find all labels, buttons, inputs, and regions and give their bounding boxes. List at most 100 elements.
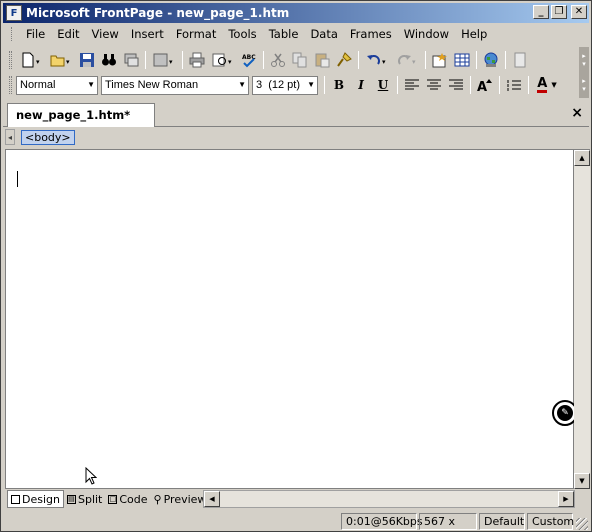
font-size-dropdown[interactable]: 3 (12 pt) ▼ xyxy=(252,75,318,95)
align-left-button[interactable] xyxy=(401,74,423,96)
menu-data[interactable]: Data xyxy=(304,25,343,43)
save-icon xyxy=(80,53,94,67)
menu-grip[interactable] xyxy=(11,27,14,41)
toolbar-separator xyxy=(528,76,529,94)
minimize-button[interactable]: _ xyxy=(533,5,549,19)
undo-button[interactable]: ▾ xyxy=(362,49,392,71)
scroll-left-button[interactable]: ◀ xyxy=(204,491,220,507)
folder-list-button[interactable]: ▾ xyxy=(149,49,179,71)
document-tab[interactable]: new_page_1.htm* xyxy=(7,103,156,127)
underline-button[interactable]: U xyxy=(372,74,394,96)
format-painter-icon xyxy=(337,52,352,67)
insert-hyperlink-button[interactable] xyxy=(480,49,502,71)
close-window-button[interactable]: ✕ xyxy=(571,5,587,19)
toolbar-separator xyxy=(145,51,146,69)
design-editor[interactable]: ✎ xyxy=(5,149,578,489)
redo-button[interactable]: ▾ xyxy=(392,49,422,71)
chevron-down-icon: ▼ xyxy=(307,79,315,89)
menu-tools[interactable]: Tools xyxy=(222,25,262,43)
scroll-up-button[interactable]: ▲ xyxy=(574,150,590,166)
code-view-label: Code xyxy=(119,492,148,506)
new-page-button[interactable]: ▾ xyxy=(16,49,46,71)
print-button[interactable] xyxy=(186,49,208,71)
standard-toolbar: ▾ ▾ ▾ ▾ ABC ▾ ▾ ▸ ▾ xyxy=(3,47,589,73)
scroll-down-button[interactable]: ▼ xyxy=(574,473,590,489)
split-view-tab[interactable]: ▤ Split xyxy=(64,490,105,508)
binoculars-icon xyxy=(102,54,116,66)
preview-view-tab[interactable]: ⚲ Preview xyxy=(151,490,210,508)
menu-view[interactable]: View xyxy=(86,25,125,43)
insert-table-button[interactable] xyxy=(451,49,473,71)
view-tabs-bar: Design ▤ Split □ Code ⚲ Preview ◀ ▶ xyxy=(3,489,589,509)
menu-help[interactable]: Help xyxy=(455,25,493,43)
preview-browser-button[interactable]: ▾ xyxy=(208,49,238,71)
increase-font-size-button[interactable]: A xyxy=(474,74,496,96)
open-button[interactable]: ▾ xyxy=(46,49,76,71)
toolbar-overflow-button[interactable]: ▸ ▾ xyxy=(579,47,589,73)
align-center-button[interactable] xyxy=(423,74,445,96)
toolbar-grip[interactable] xyxy=(9,51,12,69)
menu-insert[interactable]: Insert xyxy=(125,25,170,43)
paste-button[interactable] xyxy=(311,49,333,71)
design-view-tab[interactable]: Design xyxy=(7,490,64,508)
frontpage-app-icon[interactable]: F xyxy=(6,5,22,21)
font-color-button[interactable]: A ▼ xyxy=(532,74,562,96)
publish-button[interactable] xyxy=(120,49,142,71)
toolbar-overflow-button[interactable]: ▸ ▾ xyxy=(579,72,589,98)
split-view-icon: ▤ xyxy=(66,494,76,504)
font-value: Times New Roman xyxy=(105,79,199,91)
svg-text:▾: ▾ xyxy=(36,58,40,66)
search-button[interactable] xyxy=(98,49,120,71)
menu-table[interactable]: Table xyxy=(263,25,305,43)
resize-grip[interactable] xyxy=(576,518,588,530)
document-properties-button[interactable] xyxy=(509,49,531,71)
menu-window[interactable]: Window xyxy=(398,25,455,43)
restore-button[interactable]: ❐ xyxy=(551,5,567,19)
quick-tag-body[interactable]: <body> xyxy=(21,129,75,145)
italic-button[interactable]: I xyxy=(350,74,372,96)
menu-file[interactable]: File xyxy=(20,25,51,43)
toolbar-separator xyxy=(263,51,264,69)
align-right-button[interactable] xyxy=(445,74,467,96)
toolbar-separator xyxy=(505,51,506,69)
save-button[interactable] xyxy=(76,49,98,71)
scroll-right-button[interactable]: ▶ xyxy=(558,491,574,507)
italic-label: I xyxy=(358,78,364,92)
svg-text:▾: ▾ xyxy=(382,58,386,66)
style-dropdown[interactable]: Normal ▼ xyxy=(16,75,98,95)
menu-frames[interactable]: Frames xyxy=(344,25,398,43)
align-center-icon xyxy=(427,79,441,90)
design-view-label: Design xyxy=(22,492,60,506)
vertical-scrollbar[interactable]: ▲ ▼ xyxy=(574,149,590,489)
spelling-icon: ABC xyxy=(242,54,256,68)
numbering-button[interactable] xyxy=(503,74,525,96)
toolbar-grip[interactable] xyxy=(9,76,12,94)
hyperlink-globe-icon xyxy=(484,52,498,67)
copy-icon xyxy=(292,52,307,68)
toolbar-separator xyxy=(397,76,398,94)
menu-format[interactable]: Format xyxy=(170,25,223,43)
split-view-label: Split xyxy=(77,492,103,506)
quick-tag-selector: ◂ <body> xyxy=(3,127,589,147)
mouse-pointer-icon xyxy=(85,467,97,485)
numbered-list-icon xyxy=(507,80,521,91)
web-component-button[interactable] xyxy=(429,49,451,71)
redo-icon: ▾ xyxy=(398,55,416,66)
cut-button[interactable] xyxy=(267,49,289,71)
open-folder-icon: ▾ xyxy=(50,55,70,67)
copy-button[interactable] xyxy=(289,49,311,71)
title-bar[interactable]: F Microsoft FrontPage - new_page_1.htm _… xyxy=(3,3,589,23)
bold-button[interactable]: B xyxy=(328,74,350,96)
spelling-button[interactable]: ABC xyxy=(238,49,260,71)
new-page-icon: ▾ xyxy=(22,52,40,68)
quick-tag-scroll-left-button[interactable]: ◂ xyxy=(5,129,15,145)
format-painter-button[interactable] xyxy=(333,49,355,71)
menu-edit[interactable]: Edit xyxy=(51,25,85,43)
document-icon xyxy=(514,52,526,68)
close-document-button[interactable]: × xyxy=(571,105,583,121)
preview-in-browser-icon: ▾ xyxy=(212,53,232,67)
code-view-tab[interactable]: □ Code xyxy=(105,490,150,508)
font-dropdown[interactable]: Times New Roman ▼ xyxy=(101,75,249,95)
horizontal-scrollbar[interactable]: ◀ ▶ xyxy=(203,490,575,508)
bold-label: B xyxy=(333,78,345,92)
